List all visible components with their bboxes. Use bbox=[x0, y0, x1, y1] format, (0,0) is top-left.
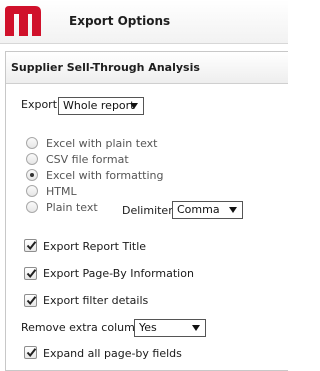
radio-excel-plain-text[interactable] bbox=[26, 137, 38, 149]
remove-column-value: Yes bbox=[139, 321, 157, 334]
label-export-filter-details: Export filter details bbox=[43, 294, 149, 307]
radio-label-csv: CSV file format bbox=[46, 153, 129, 166]
checkmark-icon bbox=[26, 241, 37, 251]
remove-column-label: Remove extra column: bbox=[21, 321, 146, 334]
label-export-report-title: Export Report Title bbox=[43, 240, 147, 253]
delimiter-value: Comma bbox=[177, 203, 220, 216]
checkbox-export-filter-details[interactable] bbox=[24, 294, 37, 307]
report-title: Supplier Sell-Through Analysis bbox=[6, 52, 288, 84]
radio-html[interactable] bbox=[26, 185, 38, 197]
checkbox-export-page-by[interactable] bbox=[24, 267, 37, 280]
radio-label-plain-text: Plain text bbox=[46, 201, 98, 214]
label-export-page-by: Export Page-By Information bbox=[43, 267, 194, 280]
radio-label-excel-formatting: Excel with formatting bbox=[46, 169, 164, 182]
remove-column-select[interactable]: Yes bbox=[134, 319, 206, 337]
delimiter-select[interactable]: Comma bbox=[172, 201, 243, 219]
export-scope-value: Whole report bbox=[63, 99, 135, 112]
radio-csv[interactable] bbox=[26, 153, 38, 165]
export-scope-select[interactable]: Whole report bbox=[58, 97, 144, 115]
checkbox-expand-page-by[interactable] bbox=[24, 346, 37, 359]
radio-excel-formatting[interactable] bbox=[26, 169, 38, 181]
radio-label-excel-plain-text: Excel with plain text bbox=[46, 137, 158, 150]
chevron-down-icon bbox=[229, 207, 237, 213]
dialog-title: Export Options bbox=[69, 14, 171, 28]
checkmark-icon bbox=[26, 269, 37, 279]
checkmark-icon bbox=[26, 296, 37, 306]
chevron-down-icon bbox=[130, 103, 138, 109]
dialog-titlebar: Export Options bbox=[0, 0, 288, 44]
microstrategy-logo-icon bbox=[5, 6, 41, 36]
label-expand-page-by: Expand all page-by fields bbox=[43, 347, 182, 360]
checkbox-export-report-title[interactable] bbox=[24, 239, 37, 252]
checkmark-icon bbox=[26, 348, 37, 358]
chevron-down-icon bbox=[192, 325, 200, 331]
radio-plain-text[interactable] bbox=[26, 201, 38, 213]
export-label: Export: bbox=[21, 98, 61, 111]
delimiter-label: Delimiter: bbox=[122, 204, 177, 217]
radio-label-html: HTML bbox=[46, 185, 77, 198]
